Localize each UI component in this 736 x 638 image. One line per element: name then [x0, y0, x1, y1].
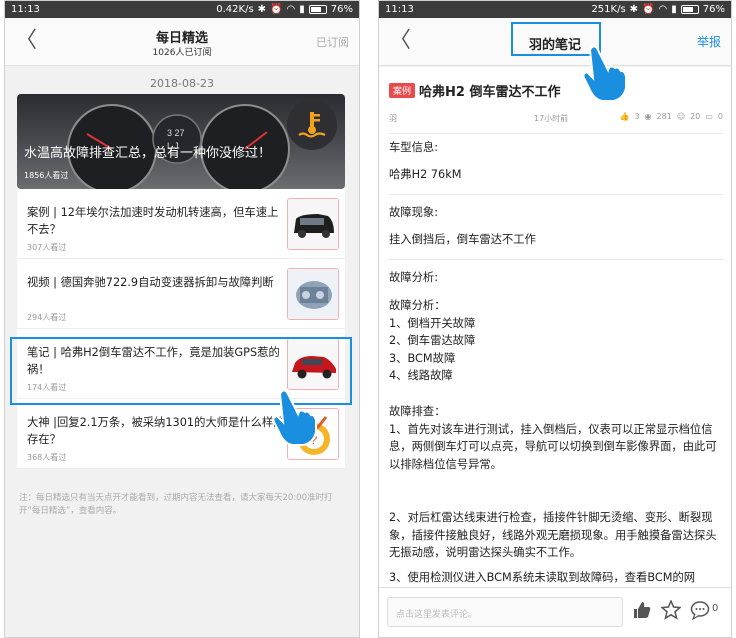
list-item[interactable]: 案例 | 12年埃尔法加速时发动机转速高，但车速上不去？ 307人看过 — [17, 189, 345, 259]
hero-article-card[interactable]: 3 27 L J 水温高故障排查汇总，总有一种你没修过！ 1856人看过 — [17, 94, 345, 189]
feed-date: 2018-08-23 — [150, 77, 214, 90]
subscribed-button[interactable]: 已订阅 — [316, 34, 349, 50]
left-phone-screen: 11:13 0.42K/s ✱ ⏰ ◠ ▮ 76% 〈 每日精选 1026人已订… — [4, 0, 360, 638]
article-section: 故障分析: — [389, 269, 723, 287]
red-suv-thumbnail-icon — [287, 338, 339, 390]
article-section: 故障排查： 1、首先对该车进行测试，挂入倒档后，仪表可以正常显示档位信息，两侧倒… — [389, 403, 723, 473]
article-title: 视频 | 德国奔驰722.9自动变速器拆卸与故障判断 — [27, 276, 274, 289]
section-text: 2、倒车雷达故障 — [389, 334, 476, 347]
comment-icon: ▭ — [705, 112, 713, 121]
tap-hand-icon — [268, 388, 318, 450]
status-bar: 11:13 0.42K/s ✱ ⏰ ◠ ▮ 76% — [5, 1, 359, 18]
section-divider — [389, 194, 723, 195]
article-body: 案例 哈弗H2 倒车雷达不工作 羽 17小时前 👍 3 ◉ 281 ☺ 20 ▭ 0 车… — [379, 67, 731, 587]
status-bar: 11:13 251K/s ✱ ⏰ ◠ ▮ 76% — [379, 1, 731, 18]
article-section: 故障现象: 挂入倒挡后，倒车雷达不工作 — [389, 204, 723, 248]
signal-icon: ▮ — [671, 4, 677, 15]
battery-level — [310, 7, 322, 12]
comment-count: 0 — [717, 112, 723, 121]
tap-hand-icon — [578, 44, 628, 106]
bluetooth-icon: ✱ — [629, 4, 639, 15]
article-title: 大神 |回复2.1万条，被采纳1301的大师是什么样的存在？ — [27, 416, 285, 446]
wifi-icon: ◠ — [658, 4, 668, 15]
comment-bubble-icon[interactable] — [690, 600, 710, 624]
coolant-temperature-icon — [287, 100, 337, 150]
section-text: 哈弗H2 76kM — [389, 167, 462, 181]
section-text: 故障分析： — [389, 299, 446, 312]
section-heading: 故障分析: — [389, 271, 438, 284]
comment-bar: 点击这里发表评论。 0 — [379, 587, 731, 637]
section-text: 3、BCM故障 — [389, 351, 456, 365]
svg-text:3 27: 3 27 — [167, 128, 185, 138]
view-count: 281 — [656, 112, 672, 121]
comment-input[interactable]: 点击这里发表评论。 — [387, 597, 623, 627]
section-divider — [389, 259, 723, 260]
article-view-count: 307人看过 — [27, 243, 67, 252]
article-section: 2、对后杠雷达线束进行检查，插接件针脚无烫缩、变形、断裂现象，插接件接触良好，线… — [389, 509, 723, 562]
page-title: 每日精选 — [155, 31, 208, 46]
battery-percent: 76% — [330, 4, 353, 15]
article-view-count: 174人看过 — [27, 383, 67, 392]
status-time: 11:13 — [385, 4, 414, 15]
article-view-count: 368人看过 — [27, 453, 67, 462]
status-time: 11:13 — [11, 4, 40, 15]
signal-icon: ▮ — [299, 4, 305, 15]
article-stats: 👍 3 ◉ 281 ☺ 20 ▭ 0 — [619, 112, 723, 121]
section-divider — [389, 133, 723, 134]
post-time: 17小时前 — [534, 114, 569, 123]
hero-view-count: 1856人看过 — [24, 171, 69, 180]
comment-total: 0 — [712, 603, 719, 614]
section-text: 1、首先对该车进行测试，挂入倒档后，仪表可以正常显示档位信息，两侧倒车灯可以点亮… — [389, 422, 717, 471]
alarm-icon: ⏰ — [270, 4, 283, 15]
article-view-count: 294人看过 — [27, 313, 67, 322]
article-section: 故障分析： 1、倒档开关故障 2、倒车雷达故障 3、BCM故障 4、线路故障 — [389, 297, 723, 385]
article-section: 3、使用检测仪进入BCM系统未读取到故障码，查看BCM的网 — [389, 569, 723, 587]
wifi-icon: ◠ — [286, 4, 296, 15]
eye-icon: ◉ — [644, 112, 652, 121]
network-speed: 0.42K/s — [216, 4, 254, 15]
section-text: 1、倒档开关故障 — [389, 316, 476, 330]
hero-title: 水温高故障排查汇总，总有一种你没修过！ — [24, 146, 272, 161]
battery-icon — [308, 5, 327, 14]
right-phone-screen: 11:13 251K/s ✱ ⏰ ◠ ▮ 76% 〈 举报 羽的笔记 案例 哈弗… — [378, 0, 732, 638]
battery-icon — [680, 5, 699, 14]
transmission-thumbnail-icon — [287, 268, 339, 320]
article-title: 笔记 | 哈弗H2倒车雷达不工作，竟是加装GPS惹的祸！ — [27, 346, 280, 376]
author-name: 羽 — [389, 114, 397, 123]
section-heading: 故障现象: — [389, 206, 438, 219]
article-title: 案例 | 12年埃尔法加速时发动机转速高，但车速上不去？ — [27, 206, 279, 236]
user-icon: ☺ — [676, 112, 686, 121]
like-count: 3 — [634, 112, 640, 121]
follower-count: 20 — [690, 112, 701, 121]
network-speed: 251K/s — [591, 4, 626, 15]
list-item[interactable]: 视频 | 德国奔驰722.9自动变速器拆卸与故障判断 294人看过 — [17, 259, 345, 329]
like-icon: 👍 — [619, 112, 630, 121]
nav-bar: 〈 每日精选 1026人已订阅 已订阅 — [5, 18, 359, 66]
daily-picks-note: 注：每日精选只有当天点开才能看到，过期内容无法查看，请大家每天20:00准时打开… — [19, 493, 333, 516]
article-title: 哈弗H2 倒车雷达不工作 — [419, 85, 561, 100]
star-icon[interactable] — [660, 599, 682, 624]
article-section: 车型信息: 哈弗H2 76kM — [389, 139, 723, 183]
thumbs-up-icon[interactable] — [632, 600, 652, 624]
section-heading: 车型信息: — [389, 141, 438, 154]
bluetooth-icon: ✱ — [257, 4, 267, 15]
battery-level — [682, 7, 694, 12]
battery-percent: 76% — [702, 4, 725, 15]
section-text: 4、线路故障 — [389, 369, 453, 382]
section-text: 故障排查： — [389, 405, 446, 418]
van-thumbnail-icon — [287, 198, 339, 250]
category-tag: 案例 — [389, 83, 416, 98]
alarm-icon: ⏰ — [642, 4, 655, 15]
section-text: 3、使用检测仪进入BCM系统未读取到故障码，查看BCM的网 — [389, 571, 696, 584]
subscriber-count: 1026人已订阅 — [152, 48, 212, 58]
section-text: 2、对后杠雷达线束进行检查，插接件针脚无烫缩、变形、断裂现象，插接件接触良好，线… — [389, 511, 717, 559]
section-text: 挂入倒挡后，倒车雷达不工作 — [389, 232, 536, 246]
